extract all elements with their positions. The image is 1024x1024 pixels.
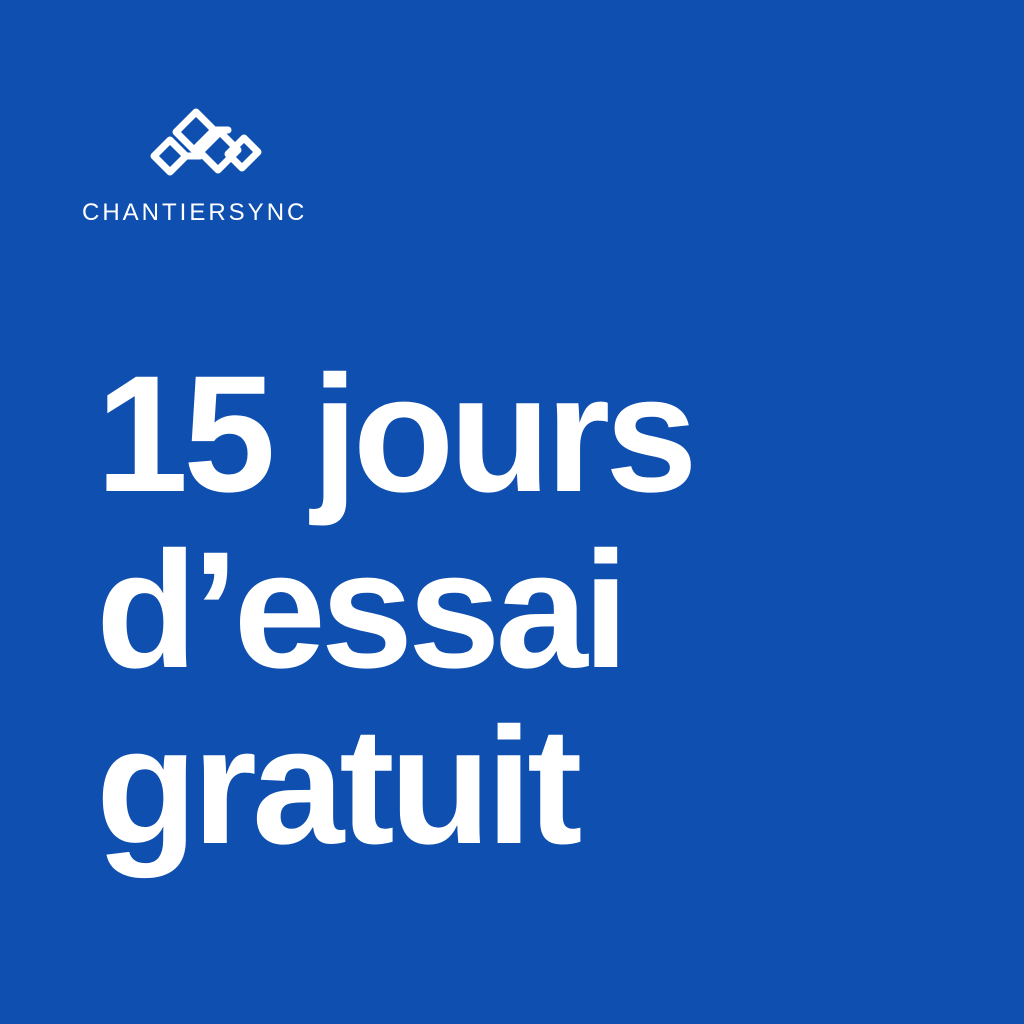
headline-line-trial: d’essai	[96, 518, 629, 703]
chantiersync-logo-icon	[150, 108, 262, 176]
brand-name: CHANTIERSYNC	[82, 199, 308, 226]
promo-canvas: CHANTIERSYNC 15 jours d’essai gratuit	[0, 0, 1024, 1024]
brand-lockup: CHANTIERSYNC	[82, 104, 342, 234]
trial-headline: 15 jours d’essai gratuit	[96, 342, 698, 879]
headline-line-duration: 15 jours	[96, 342, 698, 527]
headline-line-free: gratuit	[96, 694, 582, 879]
